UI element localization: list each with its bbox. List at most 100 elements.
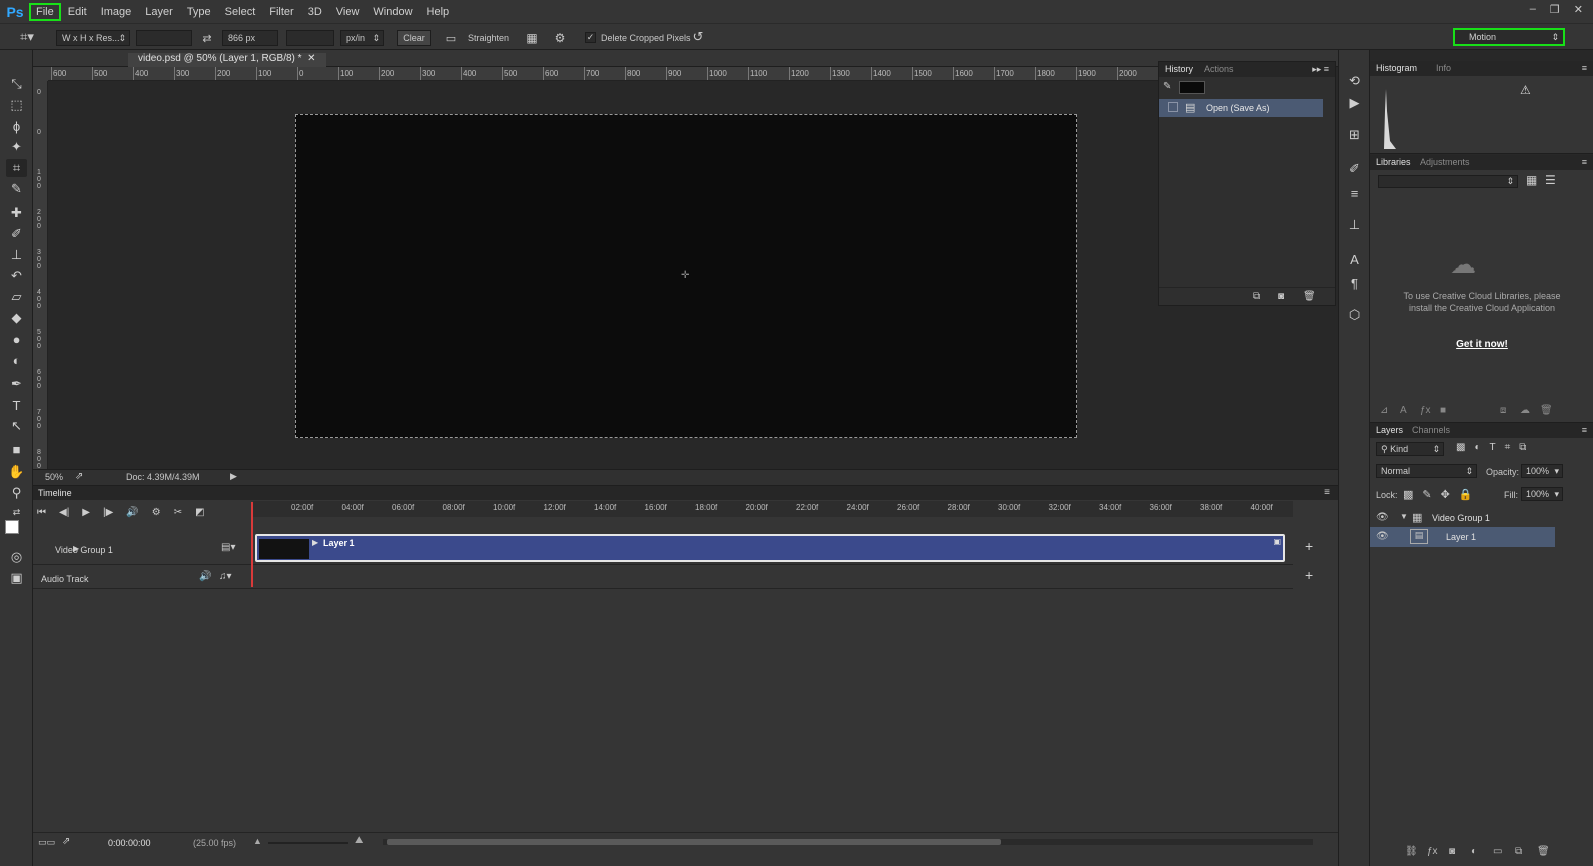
- list-view-icon[interactable]: ☰: [1545, 173, 1556, 187]
- share-icon[interactable]: ⇗: [75, 471, 83, 482]
- adjust-panel-icon[interactable]: ≡: [1344, 184, 1365, 202]
- playback-settings-icon[interactable]: ⚙: [152, 507, 161, 518]
- straighten-label[interactable]: Straighten: [468, 33, 509, 43]
- close-icon[interactable]: ✕: [1574, 3, 1583, 16]
- split-icon[interactable]: ✂: [174, 507, 182, 518]
- width-field[interactable]: [136, 30, 192, 46]
- layers-menu-icon[interactable]: ≡: [1582, 425, 1587, 435]
- music-note-icon[interactable]: ♫▾: [219, 571, 232, 582]
- tab-histogram[interactable]: Histogram: [1376, 63, 1417, 73]
- new-document-icon[interactable]: ⧉: [1253, 291, 1260, 302]
- restore-icon[interactable]: ❐: [1550, 3, 1560, 16]
- dodge-tool-icon[interactable]: ◐: [6, 351, 27, 369]
- timeline-title[interactable]: Timeline: [38, 488, 72, 498]
- warning-icon[interactable]: ⚠: [1520, 83, 1531, 97]
- add-color-icon[interactable]: ■: [1440, 405, 1446, 416]
- brush-panel-icon[interactable]: ✐: [1344, 160, 1365, 178]
- healing-brush-icon[interactable]: ✚: [6, 204, 27, 222]
- foreground-color-swatch[interactable]: [5, 520, 19, 534]
- tab-history[interactable]: History: [1165, 64, 1193, 74]
- filter-type-icon[interactable]: T: [1490, 442, 1496, 453]
- menu-image[interactable]: Image: [95, 4, 138, 20]
- menu-layer[interactable]: Layer: [139, 4, 179, 20]
- tab-libraries[interactable]: Libraries: [1376, 157, 1411, 167]
- render-video-icon[interactable]: ▭▭: [38, 837, 55, 848]
- menu-type[interactable]: Type: [181, 4, 217, 20]
- new-layer-icon[interactable]: ⧉: [1515, 846, 1522, 857]
- opacity-field[interactable]: 100% ▾: [1521, 464, 1563, 478]
- timeline-ruler[interactable]: 02:00f 04:00f 06:00f 08:00f 10:00f 12:00f 14:0…: [253, 501, 1293, 517]
- eraser-tool-icon[interactable]: ▱: [6, 288, 27, 306]
- document-tab[interactable]: video.psd @ 50% (Layer 1, RGB/8) * ✕: [128, 53, 326, 67]
- layer-row-selected[interactable]: 👁 ▤ Layer 1: [1370, 527, 1555, 547]
- video-clip[interactable]: ▶ Layer 1 ▣: [255, 534, 1285, 562]
- menu-view[interactable]: View: [330, 4, 366, 20]
- next-frame-icon[interactable]: |▶: [103, 507, 113, 518]
- ratio-preset-select[interactable]: W x H x Res... ⇕: [56, 30, 130, 46]
- swap-colors-icon[interactable]: ⇄: [6, 503, 27, 521]
- menu-file[interactable]: File: [29, 2, 61, 21]
- reset-icon[interactable]: ↺: [690, 29, 706, 45]
- tab-actions[interactable]: Actions: [1204, 64, 1234, 74]
- scrollbar-thumb[interactable]: [387, 839, 1001, 845]
- playhead[interactable]: [251, 502, 253, 587]
- filter-pixel-icon[interactable]: ▩: [1456, 442, 1465, 453]
- history-state-row[interactable]: ▤ Open (Save As): [1159, 99, 1323, 117]
- play-icon[interactable]: ▶: [82, 507, 90, 518]
- layer-name[interactable]: Video Group 1: [1432, 513, 1490, 523]
- visibility-eye-icon[interactable]: 👁: [1376, 512, 1389, 523]
- history-checkbox[interactable]: [1168, 102, 1178, 112]
- layer-filter-select[interactable]: ⚲ Kind ⇕: [1376, 442, 1444, 456]
- ruler-origin[interactable]: [33, 67, 48, 81]
- menu-filter[interactable]: Filter: [263, 4, 299, 20]
- document-canvas[interactable]: ✛: [295, 114, 1077, 438]
- paint-bucket-icon[interactable]: ◆: [6, 309, 27, 327]
- previous-frame-icon[interactable]: ◀|: [59, 507, 69, 518]
- crop-tool-icon[interactable]: ⌗▾: [14, 28, 40, 46]
- rectangle-tool-icon[interactable]: ■: [6, 440, 27, 458]
- history-brush-icon[interactable]: ↶: [6, 267, 27, 285]
- layer-name[interactable]: Layer 1: [1446, 532, 1476, 542]
- lasso-tool-icon[interactable]: ϕ: [6, 117, 27, 135]
- lock-pixels-icon[interactable]: ✎: [1422, 488, 1431, 501]
- library-stock-icon[interactable]: ⧈: [1500, 405, 1506, 416]
- zoom-out-icon[interactable]: ▲: [253, 836, 262, 846]
- video-track-label[interactable]: Video Group 1: [55, 545, 113, 555]
- panel-menu-icon[interactable]: ▸▸ ≡: [1312, 64, 1329, 75]
- gear-icon[interactable]: ⚙: [552, 30, 568, 46]
- paragraph-panel-icon[interactable]: ¶: [1344, 274, 1365, 292]
- tab-layers[interactable]: Layers: [1376, 425, 1403, 435]
- tab-info[interactable]: Info: [1436, 63, 1451, 73]
- blend-mode-select[interactable]: Normal ⇕: [1376, 464, 1477, 478]
- marquee-tool-icon[interactable]: ⬚: [6, 96, 27, 114]
- zoom-slider[interactable]: [268, 842, 348, 844]
- add-layer-style-icon[interactable]: ƒx: [1420, 405, 1431, 416]
- properties-panel-icon[interactable]: ⊞: [1344, 126, 1365, 144]
- type-tool-icon[interactable]: T: [6, 396, 27, 414]
- add-media-icon[interactable]: +: [1305, 538, 1313, 554]
- get-it-now-link[interactable]: Get it now!: [1392, 339, 1572, 350]
- snapshot-thumbnail[interactable]: [1179, 81, 1205, 94]
- grid-view-icon[interactable]: ▦: [1526, 173, 1537, 187]
- horizontal-scrollbar[interactable]: [383, 839, 1313, 845]
- filter-smart-object-icon[interactable]: ⧉: [1519, 442, 1526, 453]
- menu-help[interactable]: Help: [421, 4, 456, 20]
- resolution-field[interactable]: [286, 30, 334, 46]
- visibility-eye-icon[interactable]: 👁: [1376, 531, 1389, 542]
- minimize-icon[interactable]: –: [1530, 3, 1536, 16]
- grid-overlay-icon[interactable]: ▦: [524, 30, 540, 46]
- add-graphic-icon[interactable]: ⊿: [1380, 405, 1388, 416]
- library-trash-icon[interactable]: 🗑: [1540, 405, 1553, 416]
- horizontal-ruler[interactable]: 600 500 400 300 200 100 0 100 200 300 400 500 600 700…: [48, 67, 1158, 81]
- go-to-first-frame-icon[interactable]: ⏮: [37, 507, 46, 518]
- history-panel-icon[interactable]: ⟲: [1344, 72, 1365, 90]
- lock-all-icon[interactable]: 🔒: [1459, 488, 1473, 501]
- status-menu-icon[interactable]: ▶: [230, 471, 237, 482]
- clear-button[interactable]: Clear: [397, 30, 431, 46]
- layer-row[interactable]: 👁 ▼ ▦ Video Group 1: [1370, 508, 1593, 528]
- transition-icon[interactable]: ◩: [195, 507, 204, 518]
- menu-select[interactable]: Select: [219, 4, 262, 20]
- screen-mode-icon[interactable]: ▣: [6, 569, 27, 587]
- layer-style-icon[interactable]: ƒx: [1427, 846, 1438, 857]
- crop-tool-icon[interactable]: ⌗: [6, 159, 27, 177]
